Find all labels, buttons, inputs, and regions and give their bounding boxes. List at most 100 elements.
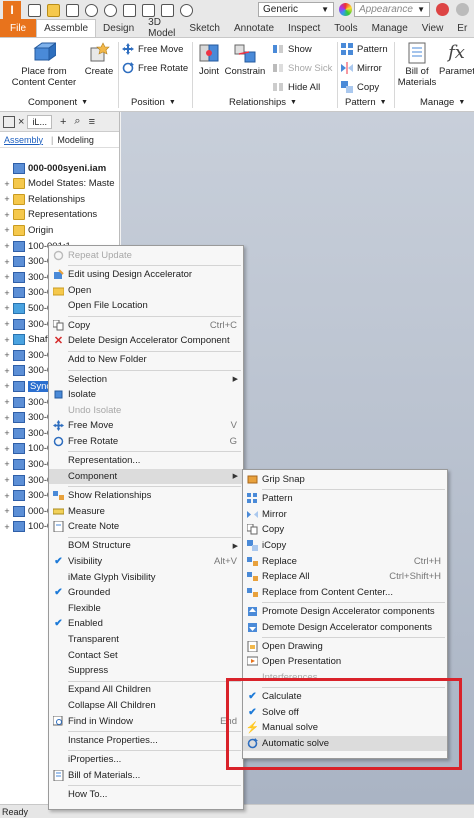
tree-item[interactable]: + Representations [0, 207, 120, 223]
expand-icon[interactable]: + [3, 366, 11, 376]
new-file-icon[interactable] [28, 3, 41, 17]
panel-component[interactable]: Component ▼ [28, 97, 88, 108]
tab-view[interactable]: View [415, 19, 451, 37]
menu-item-enabled[interactable]: ✔ Enabled [49, 616, 243, 631]
tab-annotate[interactable]: Annotate [227, 19, 281, 37]
expand-icon[interactable]: + [3, 225, 11, 235]
menu-item-copy[interactable]: Copy Ctrl+C [49, 318, 243, 333]
menu-item-isolate[interactable]: Isolate [49, 387, 243, 402]
menu-item-open-drawing[interactable]: Open Drawing [243, 639, 447, 654]
menu-item-contact-set[interactable]: Contact Set [49, 648, 243, 663]
expand-icon[interactable]: + [3, 428, 11, 438]
update-icon[interactable] [142, 3, 155, 17]
menu-item-icopy[interactable]: iCopy [243, 538, 447, 553]
panel-position[interactable]: Position ▼ [131, 97, 176, 108]
menu-item-open-presentation[interactable]: Open Presentation [243, 654, 447, 669]
tab-tools[interactable]: Tools [327, 19, 364, 37]
hamburger-menu-icon[interactable]: ≡ [89, 116, 95, 128]
tab-3d-model[interactable]: 3D Model [141, 17, 182, 39]
menu-item-create-note[interactable]: Create Note [49, 519, 243, 534]
tab-inspect[interactable]: Inspect [281, 19, 327, 37]
save-icon[interactable] [66, 3, 79, 17]
pattern-button[interactable]: Pattern [341, 43, 388, 55]
menu-item-add-to-new-folder[interactable]: Add to New Folder [49, 352, 243, 367]
expand-icon[interactable]: + [3, 506, 11, 516]
search-icon[interactable]: ⌕ [74, 115, 80, 128]
menu-item-instance-properties[interactable]: Instance Properties... [49, 733, 243, 748]
menu-item-replace[interactable]: Replace Ctrl+H [243, 554, 447, 569]
menu-item-open[interactable]: Open [49, 283, 243, 298]
menu-item-suppress[interactable]: Suppress [49, 663, 243, 678]
expand-icon[interactable]: + [3, 444, 11, 454]
tab-manage[interactable]: Manage [365, 19, 415, 37]
tab-design[interactable]: Design [96, 19, 141, 37]
tab-sketch[interactable]: Sketch [182, 19, 227, 37]
menu-item-component[interactable]: Component ▶ [49, 468, 243, 484]
menu-item-selection[interactable]: Selection ▶ [49, 372, 243, 387]
expand-icon[interactable]: + [3, 194, 11, 204]
menu-item-promote-design-accelerator-components[interactable]: Promote Design Accelerator components [243, 604, 447, 619]
menu-item-open-file-location[interactable]: Open File Location [49, 298, 243, 313]
menu-item-iproperties[interactable]: iProperties... [49, 752, 243, 767]
material-icon[interactable] [180, 3, 193, 17]
tab-assemble[interactable]: Assemble [36, 19, 97, 37]
adjust-icon[interactable] [436, 3, 449, 16]
expand-icon[interactable]: + [3, 491, 11, 501]
expand-icon[interactable]: + [3, 257, 11, 267]
browser-tab[interactable]: iL... [27, 114, 52, 129]
free-move-button[interactable]: Free Move [122, 43, 183, 55]
menu-item-how-to[interactable]: How To... [49, 787, 243, 802]
menu-item-delete-design-accelerator-component[interactable]: ✕ Delete Design Accelerator Component [49, 333, 243, 348]
expand-icon[interactable]: + [3, 397, 11, 407]
menu-item-grounded[interactable]: ✔ Grounded [49, 585, 243, 600]
menu-item-demote-design-accelerator-components[interactable]: Demote Design Accelerator components [243, 620, 447, 635]
show-sick-button[interactable]: Show Sick [272, 62, 332, 74]
panel-relationships[interactable]: Relationships ▼ [229, 97, 297, 108]
menu-item-measure[interactable]: Measure [49, 504, 243, 519]
subtab-assembly[interactable]: Assembly [4, 135, 43, 145]
close-icon[interactable]: × [18, 116, 24, 128]
show-button[interactable]: Show [272, 43, 312, 55]
menu-item-expand-all-children[interactable]: Expand All Children [49, 682, 243, 697]
menu-item-free-rotate[interactable]: Free Rotate G [49, 434, 243, 449]
place-from-content-center-button[interactable]: Place from Content Center [8, 42, 80, 88]
menu-item-replace-from-content-center[interactable]: Replace from Content Center... [243, 585, 447, 600]
menu-item-transparent[interactable]: Transparent [49, 632, 243, 647]
tree-item[interactable]: + Relationships [0, 191, 120, 207]
undo-icon[interactable] [85, 3, 98, 17]
parameters-button[interactable]: fx Paramete [439, 42, 474, 77]
tree-item[interactable]: 000-000syeni.iam [0, 160, 120, 176]
menu-item-edit-using-design-accelerator[interactable]: Edit using Design Accelerator [49, 267, 243, 282]
menu-item-grip-snap[interactable]: Grip Snap [243, 472, 447, 487]
menu-item-replace-all[interactable]: Replace All Ctrl+Shift+H [243, 569, 447, 584]
expand-icon[interactable]: + [3, 475, 11, 485]
expand-icon[interactable]: + [3, 210, 11, 220]
tab-environments[interactable]: Er [450, 19, 474, 37]
hide-all-button[interactable]: Hide All [272, 81, 320, 93]
select-icon[interactable] [161, 3, 174, 17]
menu-item-visibility[interactable]: ✔ Visibility Alt+V [49, 554, 243, 569]
mirror-button[interactable]: Mirror [341, 62, 382, 74]
home-icon[interactable] [123, 3, 136, 17]
menu-item-mirror[interactable]: Mirror [243, 507, 447, 522]
expand-icon[interactable]: + [3, 272, 11, 282]
panel-pattern[interactable]: Pattern ▼ [345, 97, 387, 108]
expand-icon[interactable]: + [3, 381, 11, 391]
tree-item[interactable]: + Model States: Maste [0, 176, 120, 192]
expand-icon[interactable]: + [3, 179, 11, 189]
menu-item-collapse-all-children[interactable]: Collapse All Children [49, 698, 243, 713]
open-folder-icon[interactable] [47, 3, 60, 17]
expand-icon[interactable]: + [3, 459, 11, 469]
expand-icon[interactable]: + [3, 288, 11, 298]
copy-button[interactable]: Copy [341, 81, 379, 93]
menu-item-flexible[interactable]: Flexible [49, 601, 243, 616]
panel-manage[interactable]: Manage ▼ [420, 97, 465, 108]
plus-icon[interactable]: + [60, 116, 66, 128]
constrain-button[interactable]: Constrain [223, 42, 267, 77]
menu-item-find-in-window[interactable]: Find in Window End [49, 714, 243, 729]
appearance-select[interactable]: Appearance ▼ [354, 2, 430, 17]
menu-item-bom-structure[interactable]: BOM Structure ▶ [49, 538, 243, 553]
bill-of-materials-button[interactable]: Bill of Materials [396, 42, 438, 88]
expand-icon[interactable]: + [3, 522, 11, 532]
tree-item[interactable]: + Origin [0, 222, 120, 238]
